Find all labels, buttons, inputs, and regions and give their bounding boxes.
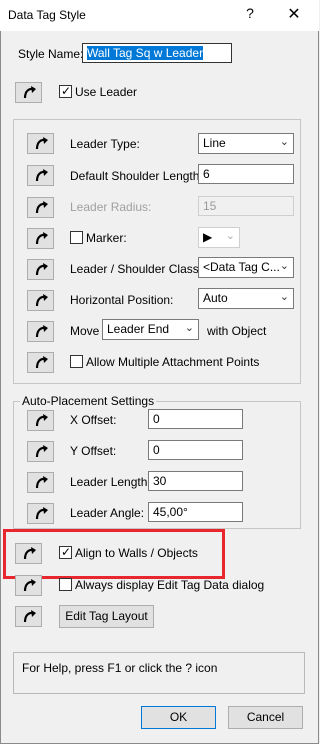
align-walls-label: Align to Walls / Objects xyxy=(75,546,198,560)
shoulder-length-input[interactable]: 6 xyxy=(198,164,294,184)
leader-radius-input: 15 xyxy=(198,196,294,216)
use-leader-checkbox[interactable]: ✓ xyxy=(59,84,72,98)
align-walls-property-button[interactable] xyxy=(15,543,42,564)
curved-arrow-icon xyxy=(35,201,48,214)
move-value: Leader End xyxy=(107,322,170,336)
edit-layout-property-button[interactable] xyxy=(15,606,42,627)
multi-attach-checkbox[interactable] xyxy=(70,355,83,368)
style-name-value: Wall Tag Sq w Leader xyxy=(87,46,204,60)
leader-type-property-button[interactable] xyxy=(27,133,54,154)
curved-arrow-icon xyxy=(35,507,48,520)
cancel-button[interactable]: Cancel xyxy=(228,706,303,729)
leader-class-label: Leader / Shoulder Class: xyxy=(70,262,203,276)
curved-arrow-icon xyxy=(35,263,48,276)
horizontal-position-label: Horizontal Position: xyxy=(70,293,174,307)
curved-arrow-icon xyxy=(35,414,48,427)
style-name-label: Style Name: xyxy=(18,47,84,61)
curved-arrow-icon xyxy=(35,294,48,307)
move-select[interactable]: Leader End ⌄ xyxy=(102,319,199,340)
always-display-checkbox[interactable] xyxy=(59,578,72,591)
chevron-down-icon: ⌄ xyxy=(279,260,289,272)
shoulder-length-property-button[interactable] xyxy=(27,165,54,186)
leader-class-value: <Data Tag C... xyxy=(203,260,280,274)
leader-angle-property-button[interactable] xyxy=(27,503,54,524)
curved-arrow-icon xyxy=(35,169,48,182)
leader-type-value: Line xyxy=(203,136,226,150)
x-offset-property-button[interactable] xyxy=(27,410,54,431)
with-object-label: with Object xyxy=(207,324,267,338)
leader-type-label: Leader Type: xyxy=(70,137,140,151)
use-leader-property-button[interactable] xyxy=(15,82,42,103)
horizontal-position-value: Auto xyxy=(203,291,228,305)
chevron-down-icon: ⌄ xyxy=(279,291,289,303)
leader-length-property-button[interactable] xyxy=(27,472,54,493)
curved-arrow-icon xyxy=(35,325,48,338)
curved-arrow-icon xyxy=(35,232,48,245)
curved-arrow-icon xyxy=(35,356,48,369)
checkmark-icon: ✓ xyxy=(61,545,72,559)
marker-checkbox[interactable] xyxy=(70,231,83,244)
leader-class-select[interactable]: <Data Tag C... ⌄ xyxy=(198,257,294,278)
leader-angle-label: Leader Angle: xyxy=(70,506,145,520)
close-button[interactable]: ✕ xyxy=(284,4,304,24)
curved-arrow-icon xyxy=(23,547,36,560)
curved-arrow-icon xyxy=(23,610,36,623)
leader-type-select[interactable]: Line ⌄ xyxy=(198,133,294,154)
y-offset-input[interactable]: 0 xyxy=(148,440,243,460)
y-offset-label: Y Offset: xyxy=(70,444,117,458)
multi-attach-property-button[interactable] xyxy=(27,352,54,373)
chevron-down-icon: ⌄ xyxy=(184,322,194,334)
shoulder-length-label: Default Shoulder Length: xyxy=(70,169,203,183)
help-title-button[interactable]: ? xyxy=(240,5,260,21)
auto-placement-title: Auto-Placement Settings xyxy=(20,394,157,408)
chevron-down-icon: ⌄ xyxy=(225,230,235,242)
horizontal-position-property-button[interactable] xyxy=(27,290,54,311)
help-box: For Help, press F1 or click the ? icon xyxy=(13,652,305,694)
leader-length-label: Leader Length: xyxy=(70,475,151,489)
curved-arrow-icon xyxy=(35,137,48,150)
move-property-button[interactable] xyxy=(27,321,54,342)
always-display-property-button[interactable] xyxy=(15,575,42,596)
dialog-title: Data Tag Style xyxy=(8,8,86,22)
ok-button[interactable]: OK xyxy=(141,706,216,729)
curved-arrow-icon xyxy=(35,476,48,489)
leader-radius-property-button[interactable] xyxy=(27,197,54,218)
help-text: For Help, press F1 or click the ? icon xyxy=(22,661,218,675)
multi-attach-label: Allow Multiple Attachment Points xyxy=(86,355,260,369)
horizontal-position-select[interactable]: Auto ⌄ xyxy=(198,288,294,309)
leader-length-input[interactable]: 30 xyxy=(148,471,243,491)
marker-select[interactable]: ▶ ⌄ xyxy=(198,227,240,248)
always-display-label: Always display Edit Tag Data dialog xyxy=(75,578,265,592)
x-offset-label: X Offset: xyxy=(70,413,117,427)
move-label: Move xyxy=(70,324,100,338)
y-offset-property-button[interactable] xyxy=(27,441,54,462)
marker-property-button[interactable] xyxy=(27,228,54,249)
title-bar: Data Tag Style ? ✕ xyxy=(0,0,319,31)
use-leader-label: Use Leader xyxy=(75,85,138,99)
edit-tag-layout-button[interactable]: Edit Tag Layout xyxy=(59,605,154,628)
x-offset-input[interactable]: 0 xyxy=(148,409,243,429)
curved-arrow-icon xyxy=(35,445,48,458)
curved-arrow-icon xyxy=(23,86,36,99)
leader-angle-input[interactable]: 45,00° xyxy=(148,502,243,522)
marker-label: Marker: xyxy=(86,231,127,245)
style-name-input[interactable]: Wall Tag Sq w Leader xyxy=(82,43,232,63)
curved-arrow-icon xyxy=(23,579,36,592)
leader-radius-label: Leader Radius: xyxy=(70,200,152,214)
chevron-down-icon: ⌄ xyxy=(279,136,289,148)
leader-class-property-button[interactable] xyxy=(27,259,54,280)
checkmark-icon: ✓ xyxy=(61,84,72,98)
triangle-marker-icon: ▶ xyxy=(203,230,213,244)
align-walls-checkbox[interactable]: ✓ xyxy=(59,545,72,559)
leader-settings-group xyxy=(13,119,301,384)
